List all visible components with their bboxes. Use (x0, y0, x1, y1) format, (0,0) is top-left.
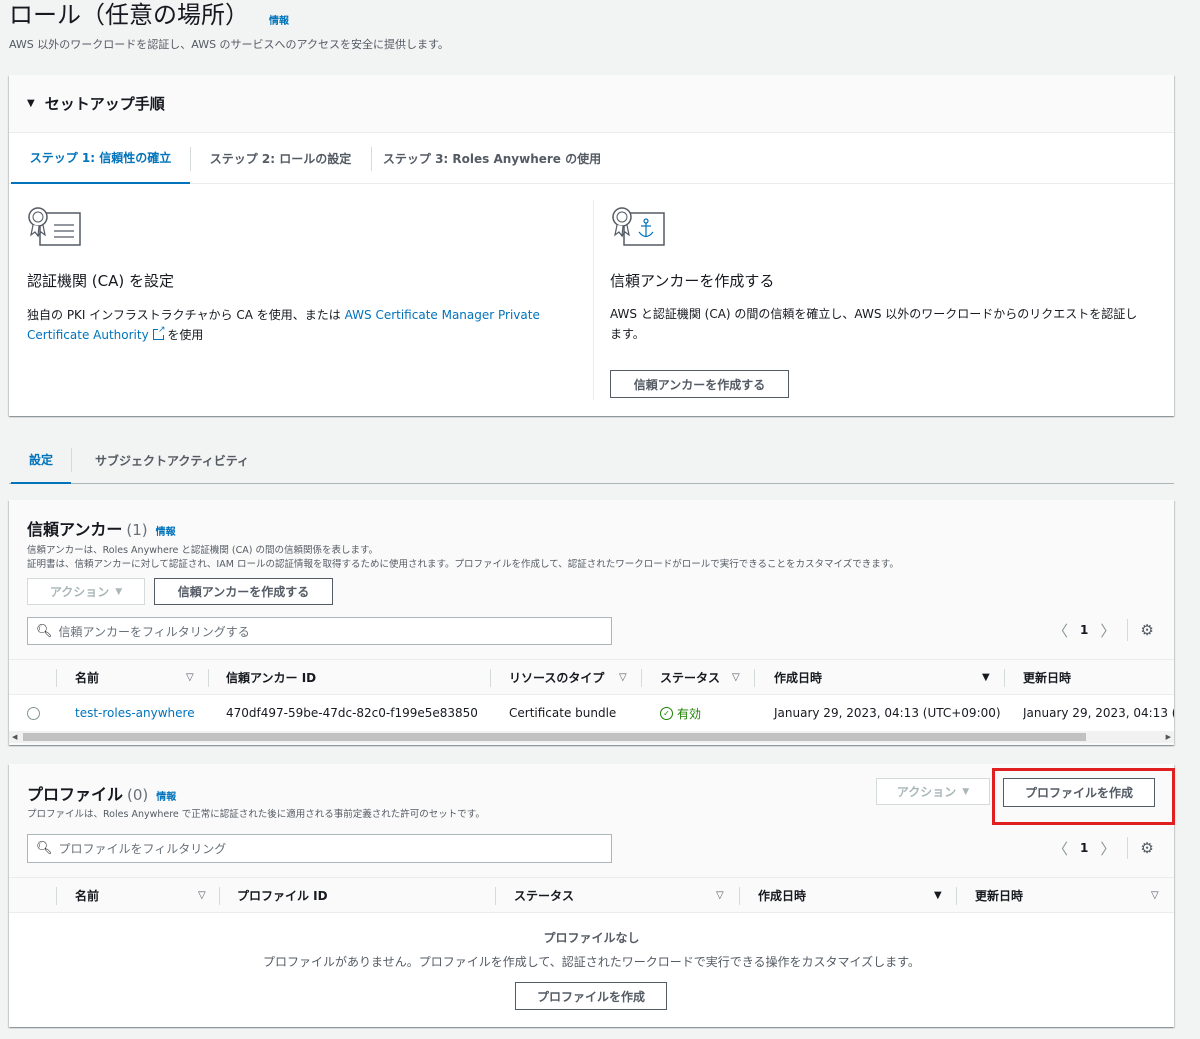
anchors-action-dropdown[interactable]: アクション ▼ (27, 578, 145, 605)
tab-subject-activity[interactable]: サブジェクトアクティビティ (72, 436, 272, 484)
sort-icon[interactable]: ▽ (186, 660, 194, 694)
gear-icon[interactable]: ⚙ (1140, 621, 1153, 639)
setup-panel: ▼ セットアップ手順 ステップ 1: 信頼性の確立 ステップ 2: ロールの設定… (9, 75, 1174, 416)
certificate-icon (26, 205, 82, 251)
anchor-title: 信頼アンカーを作成する (610, 272, 775, 290)
sort-icon[interactable]: ▽ (619, 660, 627, 694)
col-profile-id[interactable]: プロファイル ID (237, 878, 328, 912)
sort-icon[interactable]: ▽ (716, 878, 724, 912)
create-anchor-button[interactable]: 信頼アンカーを作成する (154, 578, 333, 605)
col-created[interactable]: 作成日時 (758, 878, 806, 912)
col-status[interactable]: ステータス (660, 660, 720, 694)
col-anchor-id[interactable]: 信頼アンカー ID (226, 660, 316, 694)
acm-pca-link[interactable]: Certificate Authority (27, 328, 149, 342)
anchor-description: AWS と認証機関 (CA) の間の信頼を確立し、AWS 以外のワークロードから… (610, 307, 1138, 341)
tab-step-1[interactable]: ステップ 1: 信頼性の確立 (11, 133, 190, 184)
caret-down-icon: ▼ (115, 586, 123, 597)
anchors-desc-2: 証明書は、信頼アンカーに対して認証され、IAM ロールの認証情報を取得するために… (27, 559, 899, 570)
create-profile-button[interactable]: プロファイルを作成 (1003, 778, 1155, 807)
acm-pca-link[interactable]: AWS Certificate Manager Private (345, 308, 540, 322)
sort-icon[interactable]: ▽ (732, 660, 740, 694)
tab-step-2[interactable]: ステップ 2: ロールの設定 (190, 133, 371, 184)
horizontal-scrollbar[interactable]: ◀ ▶ (9, 731, 1174, 743)
caret-down-icon: ▼ (962, 786, 970, 797)
profiles-filter-input[interactable]: 🔍︎ プロファイルをフィルタリング (27, 834, 612, 863)
profiles-pagination: 〈 1 〉 ⚙ (1053, 837, 1154, 859)
profiles-action-dropdown[interactable]: アクション ▼ (876, 778, 990, 805)
profiles-desc: プロファイルは、Roles Anywhere で正常に認証された後に適用される事… (27, 809, 485, 820)
profiles-table-header: 名前 ▽ プロファイル ID ステータス ▽ 作成日時 ▼ 更新日時 ▽ (9, 877, 1174, 913)
anchors-filter-input[interactable]: 🔍︎ 信頼アンカーをフィルタリングする (27, 617, 612, 645)
page-number[interactable]: 1 (1080, 623, 1088, 637)
anchor-created: January 29, 2023, 04:13 (UTC+09:00) (774, 706, 1001, 720)
col-name[interactable]: 名前 (75, 660, 99, 694)
anchor-certificate-icon (610, 205, 666, 251)
caret-down-icon: ▼ (27, 98, 35, 109)
anchor-id: 470df497-59be-47dc-82c0-f199e5e83850 (226, 706, 478, 720)
col-resource-type[interactable]: リソースのタイプ (509, 660, 604, 694)
setup-tabs: ステップ 1: 信頼性の確立 ステップ 2: ロールの設定 ステップ 3: Ro… (9, 133, 1174, 184)
sort-desc-icon[interactable]: ▼ (934, 878, 942, 912)
external-link-icon: ↗ (152, 326, 166, 340)
profiles-heading: プロファイル (0) 情報 (27, 785, 177, 804)
ca-description: 独自の PKI インフラストラクチャから CA を使用、または AWS Cert… (27, 308, 540, 342)
empty-title: プロファイルなし (543, 931, 640, 945)
table-row[interactable]: test-roles-anywhere 470df497-59be-47dc-8… (9, 695, 1174, 731)
chevron-right-icon[interactable]: 〉 (1100, 620, 1115, 641)
anchors-pagination: 〈 1 〉 ⚙ (1053, 619, 1154, 641)
anchors-heading: 信頼アンカー (1) 情報 (27, 520, 176, 539)
col-created[interactable]: 作成日時 (774, 660, 822, 694)
profiles-info-link[interactable]: 情報 (156, 788, 176, 803)
profiles-empty-state: プロファイルなし プロファイルがありません。プロファイルを作成して、認証されたワ… (9, 913, 1174, 1027)
chevron-right-icon[interactable]: 〉 (1100, 838, 1115, 859)
create-anchor-button-setup[interactable]: 信頼アンカーを作成する (610, 370, 789, 398)
anchors-table-header: 名前 ▽ 信頼アンカー ID リソースのタイプ ▽ ステータス ▽ 作成日時 ▼… (9, 659, 1174, 695)
chevron-left-icon[interactable]: 〈 (1053, 620, 1068, 641)
tab-settings[interactable]: 設定 (11, 436, 71, 484)
anchor-type: Certificate bundle (509, 706, 617, 720)
chevron-left-icon[interactable]: 〈 (1053, 838, 1068, 859)
search-icon: 🔍︎ (36, 623, 53, 639)
anchors-desc-1: 信頼アンカーは、Roles Anywhere と認証機関 (CA) の間の信頼関… (27, 545, 379, 556)
create-profile-button-empty[interactable]: プロファイルを作成 (515, 982, 667, 1010)
column-divider (593, 200, 594, 400)
col-name[interactable]: 名前 (75, 878, 99, 912)
page-info-link[interactable]: 情報 (269, 12, 289, 27)
status-badge: ✓ 有効 (660, 695, 701, 731)
sort-desc-icon[interactable]: ▼ (982, 660, 990, 694)
setup-header[interactable]: ▼ セットアップ手順 (9, 75, 1174, 133)
row-radio[interactable] (27, 706, 40, 720)
anchor-updated: January 29, 2023, 04:13 (U (1023, 706, 1174, 720)
anchors-info-link[interactable]: 情報 (156, 523, 176, 538)
page-subtitle: AWS 以外のワークロードを認証し、AWS のサービスへのアクセスを安全に提供し… (9, 38, 449, 51)
tab-step-3[interactable]: ステップ 3: Roles Anywhere の使用 (372, 133, 612, 184)
empty-description: プロファイルがありません。プロファイルを作成して、認証されたワークロードで実行で… (263, 955, 920, 969)
anchor-name-link[interactable]: test-roles-anywhere (75, 695, 195, 731)
gear-icon[interactable]: ⚙ (1140, 839, 1153, 857)
scroll-right-icon[interactable]: ▶ (1166, 731, 1171, 743)
scroll-left-icon[interactable]: ◀ (12, 731, 17, 743)
main-tabs: 設定 サブジェクトアクティビティ (9, 436, 1174, 484)
profiles-panel: プロファイル (0) 情報 プロファイルは、Roles Anywhere で正常… (9, 764, 1175, 1027)
check-circle-icon: ✓ (660, 706, 673, 720)
sort-icon[interactable]: ▽ (198, 878, 206, 912)
col-status[interactable]: ステータス (514, 878, 574, 912)
col-updated[interactable]: 更新日時 (1023, 660, 1071, 694)
ca-title: 認証機関 (CA) を設定 (27, 272, 174, 290)
search-icon: 🔍︎ (36, 841, 53, 856)
page-title: ロール（任意の場所） (9, 1, 249, 29)
trust-anchors-panel: 信頼アンカー (1) 情報 信頼アンカーは、Roles Anywhere と認証… (9, 500, 1174, 745)
page-number[interactable]: 1 (1080, 841, 1088, 855)
col-updated[interactable]: 更新日時 (975, 878, 1023, 912)
sort-icon[interactable]: ▽ (1151, 878, 1159, 912)
